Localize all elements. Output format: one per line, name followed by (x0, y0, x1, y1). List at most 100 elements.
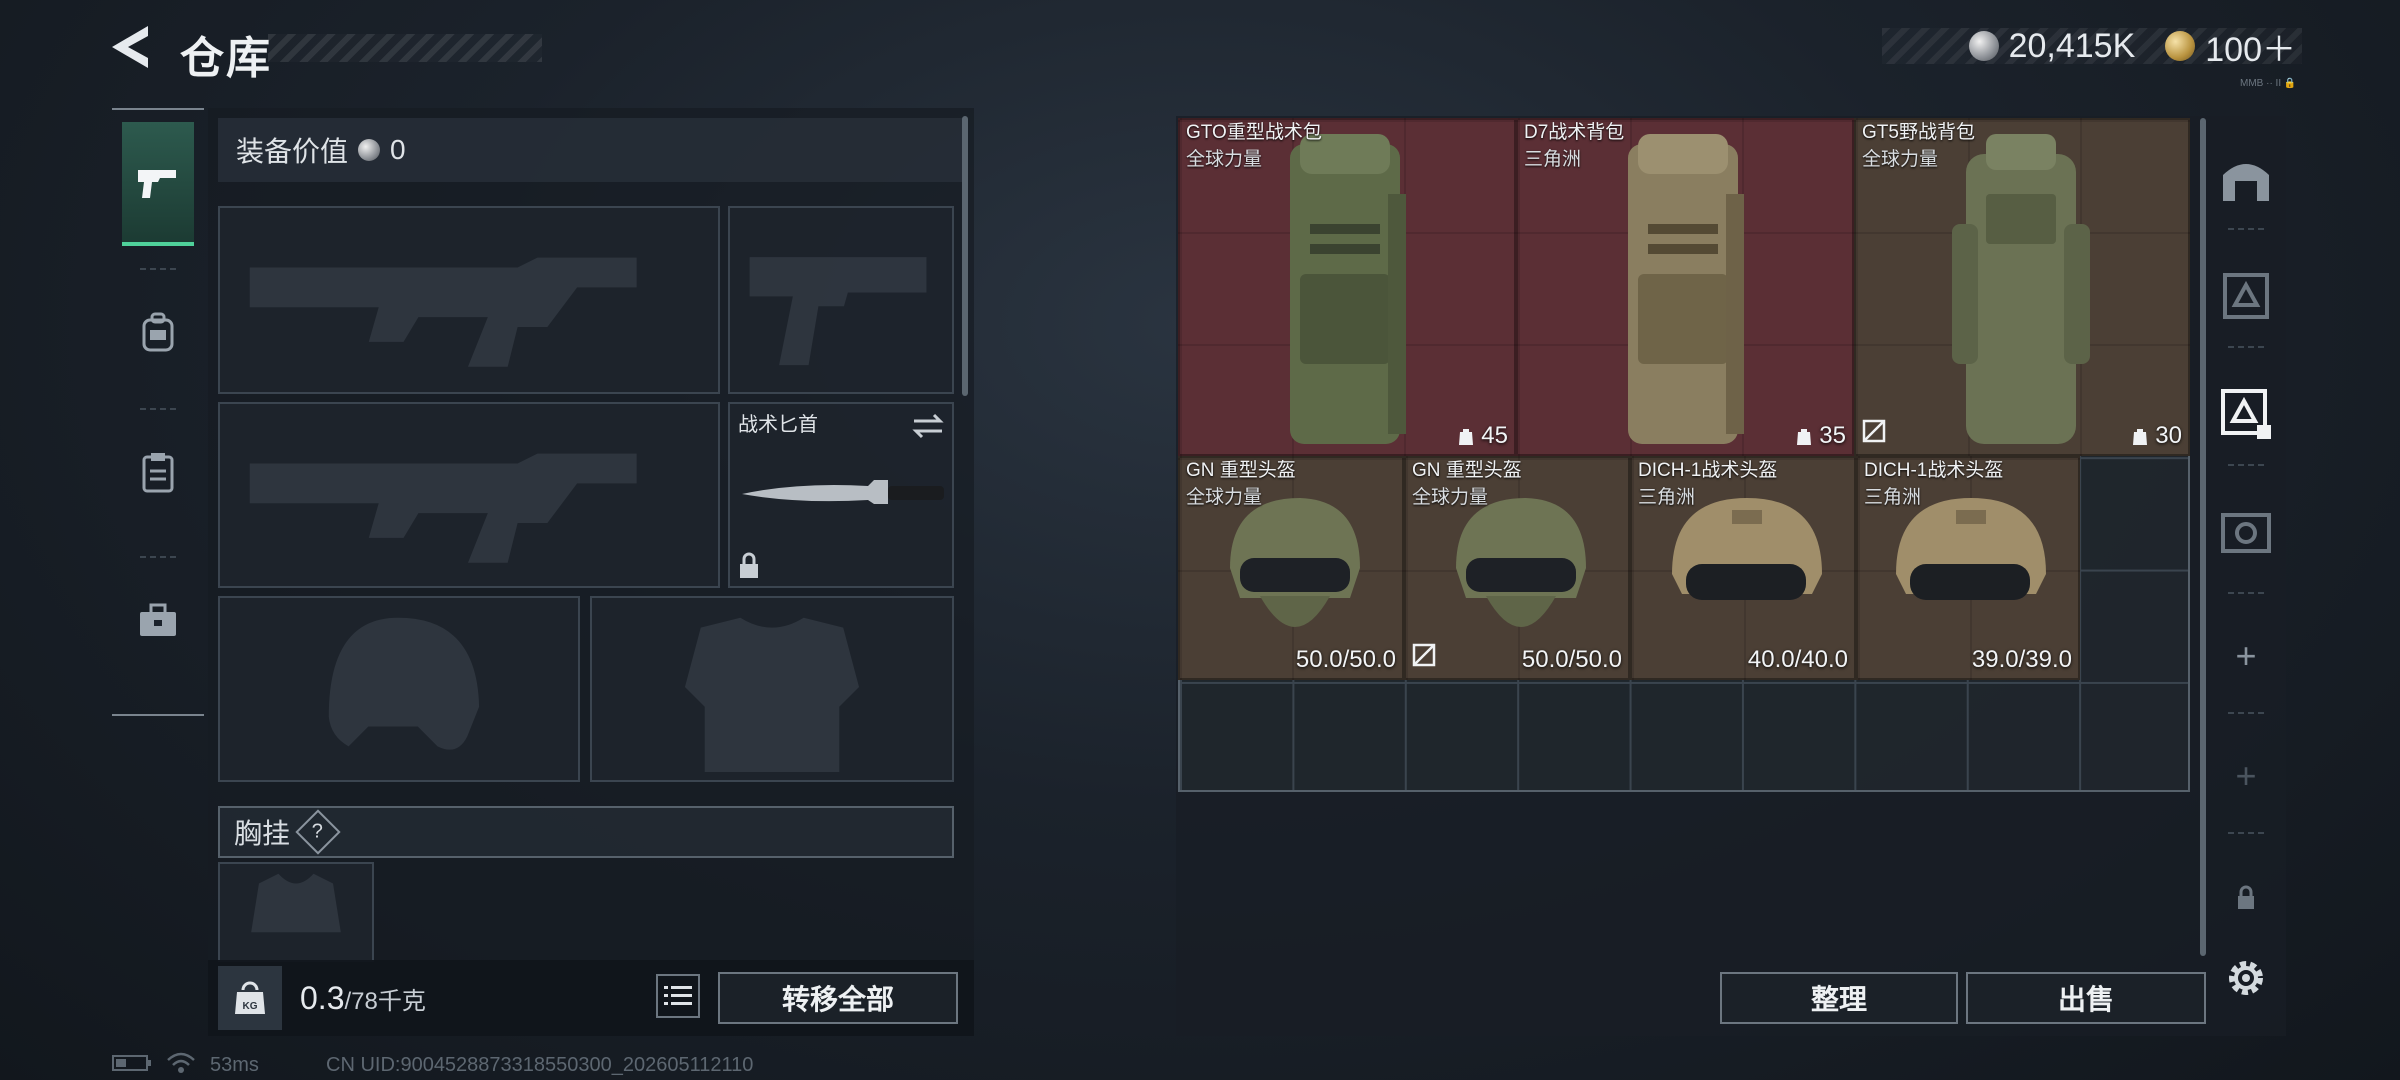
helmet-silhouette-icon (328, 617, 480, 750)
ping-readout: 53ms (210, 1054, 259, 1076)
durability-value: 39.0/39.0 (1971, 646, 2072, 673)
stash-page-3[interactable] (2214, 500, 2278, 564)
backpack-image (1290, 134, 1406, 444)
helmet-image (1896, 498, 2046, 600)
stash-item-helmet[interactable]: GN 重型头盔 全球力量 50.0/50.0 (1404, 456, 1630, 680)
tab-weapons[interactable] (122, 122, 194, 246)
secondary-weapon-slot[interactable] (218, 402, 720, 588)
backpack-image (1952, 134, 2090, 444)
not-insured-icon (1862, 419, 1886, 448)
capacity-readout: 45 (1457, 422, 1508, 450)
house-icon (2223, 164, 2269, 201)
tiny-mark: MMB ·· II 🔒 (2240, 78, 2297, 89)
stash-page-home[interactable] (2214, 146, 2278, 210)
currency-secondary: 100＋ (2205, 30, 2296, 69)
stash-page-1[interactable] (2214, 264, 2278, 328)
plus-icon: + (2235, 755, 2257, 796)
stash-item-backpack[interactable]: D7战术背包 三角洲 35 (1516, 118, 1854, 456)
equipment-value-label: 装备价值 (236, 136, 349, 167)
kettlebell-icon: KG (235, 981, 265, 1014)
settings-button[interactable] (2214, 946, 2278, 1010)
help-icon[interactable]: ? (295, 809, 341, 855)
item-faction: 全球力量 (1862, 149, 1939, 170)
stash-item-backpack[interactable]: GTO重型战术包 全球力量 45 (1178, 118, 1516, 456)
chest-rig-slot[interactable] (218, 862, 374, 962)
organize-button[interactable]: 整理 (1720, 972, 1958, 1024)
item-name: GT5野战背包 (1862, 122, 1975, 143)
stash-box-icon (2221, 389, 2271, 439)
chest-rig-silhouette-icon (251, 873, 341, 933)
lock-icon (740, 552, 758, 578)
item-faction: 全球力量 (1412, 487, 1489, 508)
tab-toolbox[interactable] (122, 560, 194, 680)
capacity-icon (1459, 429, 1474, 445)
rifle-silhouette-icon (249, 257, 637, 367)
capacity-readout: 35 (1795, 422, 1846, 450)
knife-icon (742, 480, 944, 504)
pistol-silhouette-icon (749, 257, 927, 366)
pistol-icon (138, 170, 176, 198)
item-name: DICH-1战术头盔 (1864, 460, 2004, 481)
equipment-value: 0 (390, 134, 406, 165)
backpack-tab-icon (142, 312, 174, 352)
tab-backpack[interactable] (122, 272, 194, 392)
stash-item-helmet[interactable]: DICH-1战术头盔 三角洲 39.0/39.0 (1856, 456, 2080, 680)
not-insured-icon (1412, 643, 1436, 672)
armor-slot[interactable] (590, 596, 954, 782)
swap-icon[interactable] (912, 412, 944, 440)
back-button[interactable] (108, 24, 154, 70)
chest-rig-label: 胸挂 (234, 818, 291, 849)
stash-item-helmet[interactable]: GN 重型头盔 全球力量 50.0/50.0 (1178, 456, 1404, 680)
equipment-value-bar: 装备价值 0 (218, 118, 964, 182)
clipboard-icon (142, 453, 174, 493)
stash-scrollbar[interactable] (2200, 118, 2206, 956)
wifi-icon (166, 1052, 196, 1080)
gold-coin-icon (2165, 31, 2196, 61)
add-stash-page-button[interactable]: + (2214, 624, 2278, 688)
durability-value: 40.0/40.0 (1747, 646, 1848, 673)
back-arrow-icon (112, 26, 148, 68)
capacity-icon (1797, 429, 1812, 445)
item-name: GN 重型头盔 (1412, 460, 1522, 481)
transfer-all-button[interactable]: 转移全部 (718, 972, 958, 1024)
stash-item-backpack[interactable]: GT5野战背包 全球力量 30 (1854, 118, 2190, 456)
knife-label: 战术匕首 (738, 414, 818, 436)
stash-page-2-active[interactable] (2214, 382, 2278, 446)
equipment-scrollbar[interactable] (962, 116, 968, 396)
item-name: D7战术背包 (1524, 122, 1625, 143)
item-faction: 三角洲 (1864, 487, 1922, 508)
list-view-button[interactable] (656, 974, 700, 1018)
silver-coin-icon (358, 139, 381, 161)
lock-icon (2238, 885, 2254, 909)
list-icon (664, 986, 692, 1005)
tab-vest[interactable] (122, 412, 194, 532)
item-name: GN 重型头盔 (1186, 460, 1296, 481)
helmet-slot[interactable] (218, 596, 580, 782)
sell-button[interactable]: 出售 (1966, 972, 2206, 1024)
knife-slot[interactable]: 战术匕首 (728, 402, 954, 588)
user-uid: CN UID:9004528873318550300_202605112110 (326, 1054, 754, 1076)
stash-item-helmet[interactable]: DICH-1战术头盔 三角洲 40.0/40.0 (1630, 456, 1856, 680)
chest-rig-header: 胸挂 ? (218, 806, 954, 858)
item-name: GTO重型战术包 (1186, 122, 1322, 143)
lock-toggle[interactable] (2214, 866, 2278, 930)
item-faction: 三角洲 (1524, 149, 1582, 170)
item-faction: 三角洲 (1638, 487, 1696, 508)
currency-main: 20,415K (2008, 26, 2136, 65)
weight-readout: 0.3/78千克 (300, 980, 426, 1017)
silver-coin-icon (1968, 31, 1999, 61)
add-stash-page-button-locked[interactable]: + (2214, 744, 2278, 808)
stash-box-icon (2221, 513, 2271, 553)
gear-icon (2229, 961, 2263, 995)
primary-weapon-slot[interactable] (218, 206, 720, 394)
weight-icon-box: KG (218, 966, 282, 1030)
item-faction: 全球力量 (1186, 487, 1263, 508)
battery-icon (112, 1054, 152, 1078)
capacity-value: 35 (1819, 422, 1846, 449)
armor-silhouette-icon (684, 617, 860, 773)
item-faction: 全球力量 (1186, 149, 1263, 170)
helmet-image (1672, 498, 1822, 600)
capacity-icon (2133, 429, 2148, 445)
sidearm-slot[interactable] (728, 206, 954, 394)
helmet-image (1230, 498, 1360, 627)
